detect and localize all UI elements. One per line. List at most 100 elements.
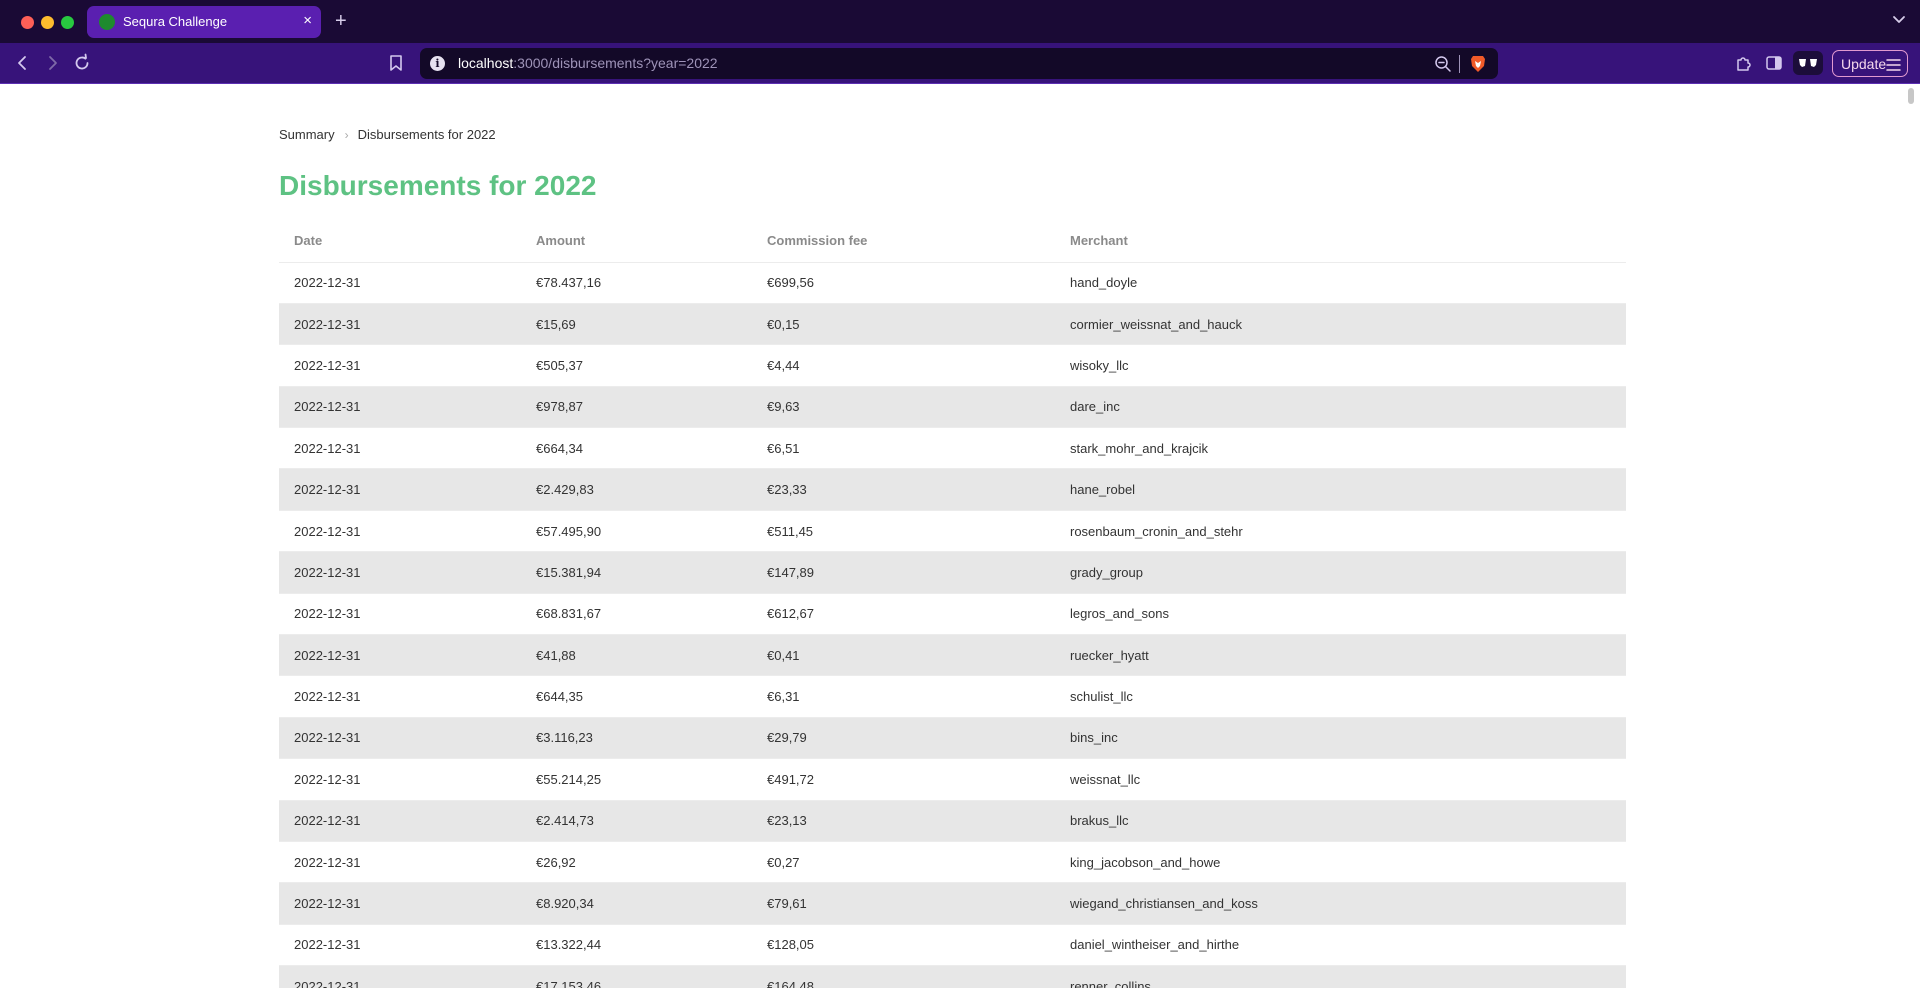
merchant-cell: daniel_wintheiser_and_hirthe — [1070, 937, 1240, 953]
url-host: localhost — [458, 55, 514, 71]
date-cell: 2022-12-31 — [294, 647, 361, 663]
page-viewport: Summary › Disbursements for 2022 Disburs… — [0, 84, 1920, 988]
merchant-cell: stark_mohr_and_krajcik — [1070, 440, 1209, 456]
sidebar-icon[interactable] — [1764, 53, 1784, 73]
date-cell: 2022-12-31 — [294, 978, 361, 988]
brave-shield-icon[interactable] — [1470, 55, 1486, 73]
merchant-cell: wisoky_llc — [1070, 357, 1129, 373]
date-cell: 2022-12-31 — [294, 316, 361, 332]
tab-sequra-challenge[interactable]: Sequra Challenge × — [87, 6, 321, 38]
commission-fee-cell: €128,05 — [767, 937, 814, 953]
merchant-cell: king_jacobson_and_howe — [1070, 854, 1221, 870]
merchant-cell: wiegand_christiansen_and_koss — [1070, 896, 1258, 912]
window-zoom-button[interactable] — [61, 16, 74, 29]
amount-cell: €57.495,90 — [536, 523, 602, 539]
table-row: 2022-12-31 €2.414,73 €23,13 brakus_llc — [279, 800, 1626, 842]
table-row: 2022-12-31 €3.116,23 €29,79 bins_inc — [279, 717, 1626, 759]
wallet-icon[interactable] — [1793, 51, 1823, 75]
table-row: 2022-12-31 €41,88 €0,41 ruecker_hyatt — [279, 634, 1626, 676]
breadcrumb: Summary › Disbursements for 2022 — [279, 127, 496, 142]
merchant-cell: dare_inc — [1070, 399, 1120, 415]
table-row: 2022-12-31 €26,92 €0,27 king_jacobson_and_h… — [279, 841, 1626, 883]
table-row: 2022-12-31 €664,34 €6,51 stark_mohr_and_kra… — [279, 428, 1626, 469]
amount-cell: €2.414,73 — [536, 813, 594, 829]
merchant-cell: renner_collins — [1070, 978, 1151, 988]
date-cell: 2022-12-31 — [294, 275, 361, 291]
back-icon[interactable] — [13, 53, 33, 73]
commission-fee-cell: €491,72 — [767, 771, 814, 787]
table-row: 2022-12-31 €15,69 €0,15 cormier_weissnat_an… — [279, 303, 1626, 345]
update-button[interactable]: Update — [1832, 50, 1908, 77]
date-cell: 2022-12-31 — [294, 771, 361, 787]
merchant-cell: ruecker_hyatt — [1070, 647, 1149, 663]
merchant-cell: schulist_llc — [1070, 689, 1133, 705]
merchant-cell: bins_inc — [1070, 730, 1118, 746]
amount-cell: €78.437,16 — [536, 275, 602, 291]
page-title: Disbursements for 2022 — [279, 170, 597, 201]
merchant-cell: cormier_weissnat_and_hauck — [1070, 316, 1242, 332]
table-row: 2022-12-31 €57.495,90 €511,45 rosenbaum_cro… — [279, 510, 1626, 552]
commission-fee-cell: €612,67 — [767, 606, 814, 622]
commission-fee-cell: €6,51 — [767, 440, 800, 456]
url-path: :3000/disbursements?year=2022 — [513, 55, 718, 71]
commission-fee-cell: €79,61 — [767, 896, 807, 912]
merchant-cell: grady_group — [1070, 564, 1143, 580]
date-cell: 2022-12-31 — [294, 896, 361, 912]
date-cell: 2022-12-31 — [294, 606, 361, 622]
table-row: 2022-12-31 €505,37 €4,44 wisoky_llc — [279, 345, 1626, 387]
amount-cell: €8.920,34 — [536, 896, 594, 912]
commission-fee-cell: €6,31 — [767, 689, 800, 705]
commission-fee-cell: €0,41 — [767, 647, 800, 663]
tab-strip: Sequra Challenge × + — [0, 0, 1920, 43]
commission-fee-cell: €147,89 — [767, 564, 814, 580]
date-cell: 2022-12-31 — [294, 523, 361, 539]
table-row: 2022-12-31 €644,35 €6,31 schulist_llc — [279, 676, 1626, 718]
puzzle-icon[interactable] — [1734, 53, 1754, 73]
url-text[interactable]: localhost:3000/disbursements?year=2022 — [458, 55, 718, 71]
amount-cell: €644,35 — [536, 689, 583, 705]
amount-cell: €55.214,25 — [536, 771, 602, 787]
update-label: Update — [1841, 56, 1887, 72]
merchant-cell: legros_and_sons — [1070, 606, 1170, 622]
address-bar-divider — [1459, 55, 1460, 73]
window-close-button[interactable] — [21, 16, 34, 29]
date-cell: 2022-12-31 — [294, 813, 361, 829]
amount-cell: €2.429,83 — [536, 482, 594, 498]
new-tab-button[interactable]: + — [335, 10, 347, 32]
breadcrumb-summary-link[interactable]: Summary — [279, 127, 335, 142]
merchant-cell: hand_doyle — [1070, 275, 1138, 291]
info-icon[interactable]: i — [430, 56, 445, 71]
table-row: 2022-12-31 €17.153,46 €164,48 renner_collin… — [279, 965, 1626, 988]
tab-close-icon[interactable]: × — [303, 12, 312, 30]
date-cell: 2022-12-31 — [294, 357, 361, 373]
table-row: 2022-12-31 €78.437,16 €699,56 hand_doyle — [279, 262, 1626, 304]
commission-fee-cell: €699,56 — [767, 275, 814, 291]
amount-cell: €68.831,67 — [536, 606, 602, 622]
table-row: 2022-12-31 €978,87 €9,63 dare_inc — [279, 386, 1626, 428]
bookmark-icon[interactable] — [386, 53, 406, 73]
hamburger-icon — [1886, 58, 1901, 71]
table-row: 2022-12-31 €8.920,34 €79,61 wiegand_christi… — [279, 882, 1626, 925]
commission-fee-cell: €29,79 — [767, 730, 807, 746]
disbursements-table: Date Amount Commission fee Merchant 2022… — [279, 220, 1626, 988]
column-header-amount: Amount — [521, 220, 752, 263]
window-minimize-button[interactable] — [41, 16, 54, 29]
commission-fee-cell: €23,13 — [767, 813, 807, 829]
commission-fee-cell: €164,48 — [767, 978, 814, 988]
zoom-out-icon[interactable] — [1434, 55, 1452, 73]
amount-cell: €978,87 — [536, 399, 583, 415]
reload-icon[interactable] — [72, 53, 92, 73]
forward-icon[interactable] — [42, 53, 62, 73]
address-bar[interactable]: i localhost:3000/disbursements?year=2022 — [420, 48, 1498, 79]
merchant-cell: brakus_llc — [1070, 813, 1129, 829]
column-header-merchant: Merchant — [1055, 220, 1626, 263]
merchant-cell: rosenbaum_cronin_and_stehr — [1070, 523, 1243, 539]
date-cell: 2022-12-31 — [294, 440, 361, 456]
breadcrumb-current: Disbursements for 2022 — [357, 127, 496, 142]
amount-cell: €505,37 — [536, 357, 583, 373]
table-row: 2022-12-31 €13.322,44 €128,05 daniel_winthe… — [279, 924, 1626, 966]
amount-cell: €41,88 — [536, 647, 576, 663]
scrollbar-thumb[interactable] — [1908, 88, 1914, 104]
chevron-down-icon[interactable] — [1892, 12, 1906, 31]
commission-fee-cell: €511,45 — [767, 523, 814, 539]
